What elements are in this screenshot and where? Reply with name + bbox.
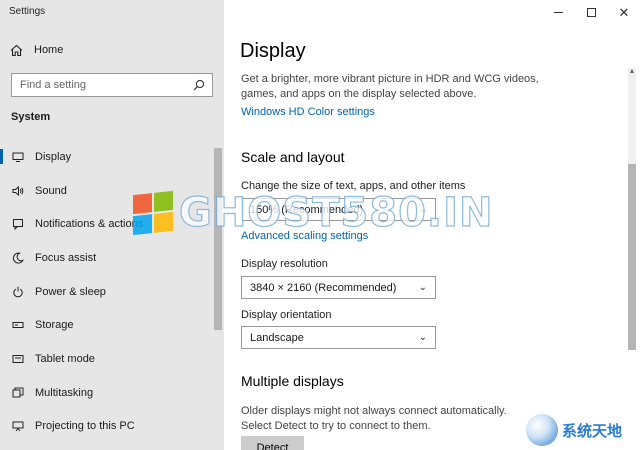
watermark: GHOST580.IN [133, 189, 494, 237]
orientation-label: Display orientation [241, 309, 332, 321]
storage-icon [11, 318, 25, 332]
power-icon [11, 285, 25, 299]
corner-watermark: 系统天地 [526, 414, 622, 446]
multiple-displays-heading: Multiple displays [241, 373, 344, 389]
search-input[interactable] [20, 79, 192, 91]
hdr-description: Get a brighter, more vibrant picture in … [241, 73, 539, 100]
resolution-dropdown[interactable]: 3840 × 2160 (Recommended) ⌄ [241, 276, 436, 299]
orientation-value: Landscape [250, 331, 304, 344]
corner-watermark-text: 系统天地 [562, 421, 623, 440]
chevron-down-icon: ⌄ [418, 332, 427, 343]
sidebar-item-power-sleep[interactable]: Power & sleep [0, 275, 214, 309]
sidebar-item-storage[interactable]: Storage [0, 308, 214, 342]
orientation-dropdown[interactable]: Landscape ⌄ [241, 326, 436, 349]
sidebar-item-label: Focus assist [35, 251, 97, 264]
sidebar-item-label: Storage [35, 319, 74, 332]
moon-icon [11, 251, 25, 265]
globe-logo-icon [526, 414, 558, 446]
close-button[interactable]: ✕ [606, 0, 640, 24]
home-icon [9, 43, 23, 57]
multitasking-icon [11, 386, 25, 400]
scroll-up-icon[interactable]: ▲ [628, 68, 636, 75]
nav-list: Display Sound Notifications & actions Fo… [0, 140, 214, 443]
sidebar-scrollbar[interactable] [214, 148, 222, 330]
section-title: System [11, 111, 51, 123]
home-label: Home [34, 44, 64, 56]
multiple-displays-description: Older displays might not always connect … [241, 405, 507, 432]
detect-button[interactable]: Detect [241, 436, 304, 450]
sidebar-item-tablet-mode[interactable]: Tablet mode [0, 342, 214, 376]
sidebar-item-label: Notifications & actions [35, 218, 144, 231]
sidebar-item-label: Display [35, 150, 72, 163]
sidebar-item-display[interactable]: Display [0, 140, 214, 174]
search-box[interactable] [11, 73, 213, 97]
notification-icon [11, 217, 25, 231]
projector-icon [11, 419, 25, 433]
speaker-icon [11, 184, 25, 198]
hd-color-settings-link[interactable]: Windows HD Color settings [241, 106, 375, 118]
sidebar-item-label: Multitasking [35, 386, 94, 399]
sidebar: Home System Display Sound Notifications … [0, 24, 224, 450]
watermark-text: GHOST580.IN [178, 189, 494, 236]
chevron-down-icon: ⌄ [418, 282, 427, 293]
sidebar-item-focus-assist[interactable]: Focus assist [0, 241, 214, 275]
monitor-icon [11, 150, 25, 164]
sidebar-item-label: Tablet mode [35, 352, 95, 365]
search-icon[interactable] [192, 78, 206, 92]
tablet-icon [11, 352, 25, 366]
main-content: Display Get a brighter, more vibrant pic… [224, 24, 640, 450]
resolution-label: Display resolution [241, 258, 328, 270]
sidebar-item-label: Sound [35, 184, 67, 197]
maximize-icon [586, 7, 596, 17]
sidebar-item-label: Power & sleep [35, 285, 106, 298]
sidebar-item-multitasking[interactable]: Multitasking [0, 376, 214, 410]
scale-layout-heading: Scale and layout [241, 149, 345, 165]
windows-logo-icon [133, 190, 173, 236]
main-scrollbar-thumb[interactable] [628, 164, 636, 350]
sidebar-item-projecting[interactable]: Projecting to this PC [0, 410, 214, 444]
close-icon: ✕ [618, 4, 630, 20]
app-title: Settings [9, 6, 46, 17]
minimize-icon [553, 11, 563, 13]
page-title: Display [240, 40, 306, 62]
home-nav[interactable]: Home [9, 43, 63, 57]
maximize-button[interactable] [573, 0, 609, 24]
title-bar: Settings [0, 0, 224, 24]
minimize-button[interactable] [540, 0, 576, 24]
sidebar-item-label: Projecting to this PC [35, 420, 135, 433]
resolution-value: 3840 × 2160 (Recommended) [250, 281, 397, 294]
